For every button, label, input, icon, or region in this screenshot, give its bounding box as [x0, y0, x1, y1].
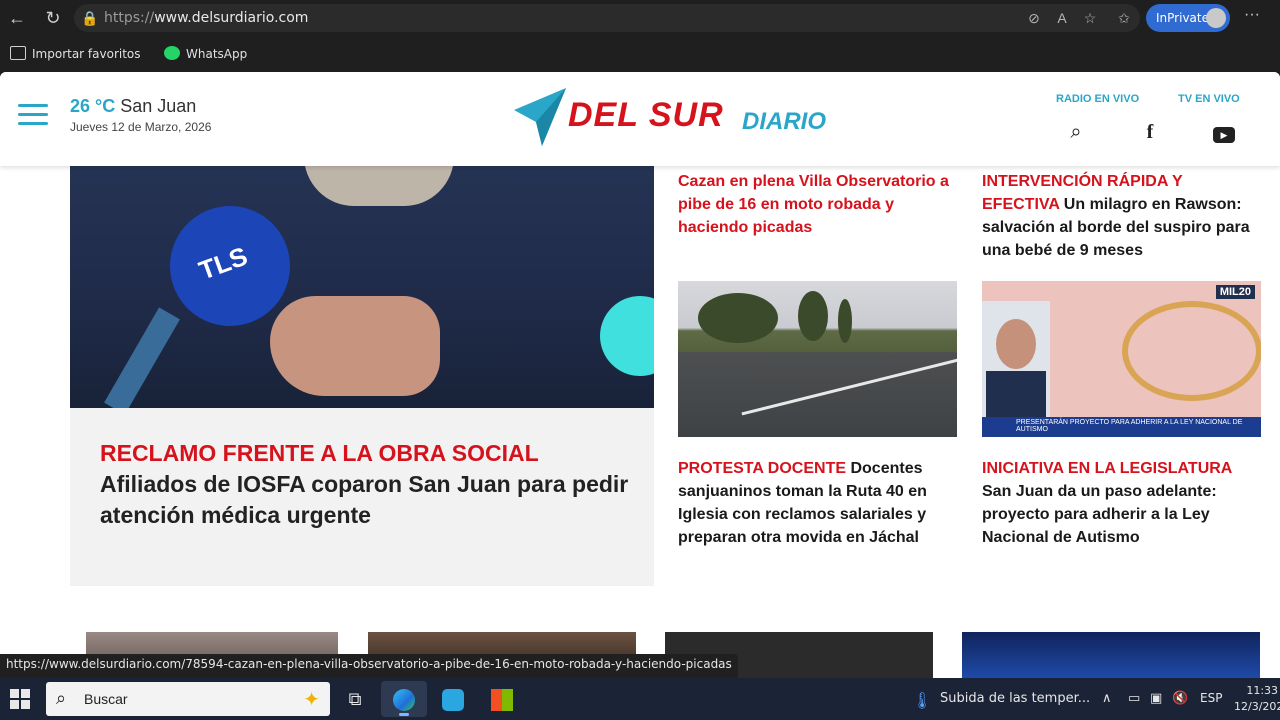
tv-suit [986, 371, 1046, 417]
site-header: 26 °C San Juan Jueves 12 de Marzo, 2026 … [0, 72, 1280, 166]
current-date: Jueves 12 de Marzo, 2026 [70, 120, 212, 134]
hero-face [304, 166, 454, 206]
tracking-prevention-icon[interactable]: ⊘ [1024, 9, 1044, 27]
browser-toolbar: ← ↻ 🔒 https://www.delsurdiario.com ⊘ A ☆… [0, 0, 1280, 72]
clock-date: 12/3/2026 [1234, 700, 1280, 713]
system-clock[interactable]: 11:33 12/3/2026 [1234, 683, 1280, 715]
network-icon[interactable]: ▣ [1150, 691, 1162, 706]
favorites-bar: Importar favoritos WhatsApp [0, 40, 1280, 68]
favorite-star-icon[interactable]: ☆ [1080, 9, 1100, 27]
status-url-tooltip: https://www.delsurdiario.com/78594-cazan… [0, 654, 738, 678]
logo-arrow-icon [514, 88, 566, 146]
article-rawson-milagro[interactable]: INTERVENCIÓN RÁPIDA Y EFECTIVA Un milagr… [982, 170, 1264, 262]
temperature: 26 °C [70, 96, 116, 116]
read-aloud-icon[interactable]: A [1052, 9, 1072, 27]
tv-channel-logo: MIL20 [1215, 285, 1255, 299]
hamburger-menu-icon[interactable] [18, 104, 48, 128]
tray-app-icon[interactable]: ▭ [1128, 691, 1140, 706]
favorites-list-icon[interactable]: ✩ [1114, 9, 1134, 27]
copilot-sparkle-icon: ✦ [303, 689, 320, 711]
article-headline: INTERVENCIÓN RÁPIDA Y EFECTIVA Un milagr… [982, 170, 1264, 262]
article-protesta-docente[interactable]: PROTESTA DOCENTE Docentes sanjuaninos to… [678, 457, 948, 549]
logo-main-text: DEL SUR [568, 96, 724, 134]
profile-avatar [1206, 8, 1226, 28]
tv-banner: PRESENTARÁN PROYECTO PARA ADHERIR A LA L… [982, 417, 1261, 437]
mic-cyan-shape [600, 296, 654, 376]
tree-shape [798, 291, 828, 341]
address-bar[interactable]: 🔒 https://www.delsurdiario.com ⊘ A ☆ ✩ [74, 4, 1140, 32]
mirror-shape [1122, 301, 1261, 401]
clock-time: 11:33 [1246, 684, 1279, 697]
protesta-thumbnail[interactable] [678, 281, 957, 437]
article-headline: PROTESTA DOCENTE Docentes sanjuaninos to… [678, 457, 948, 549]
weather-text[interactable]: Subida de las temper... [940, 691, 1090, 706]
hero-article-box[interactable]: RECLAMO FRENTE A LA OBRA SOCIAL Afiliado… [70, 408, 654, 586]
tree-shape [838, 299, 852, 343]
site-logo[interactable]: DEL SUR DIARIO [512, 86, 832, 150]
youtube-icon[interactable]: ▶ [1212, 120, 1236, 144]
back-icon[interactable]: ← [4, 6, 30, 30]
article-villa-observatorio[interactable]: Cazan en plena Villa Observatorio a pibe… [678, 170, 958, 239]
more-menu-icon[interactable]: ··· [1240, 6, 1264, 24]
article-title: Cazan en plena Villa Observatorio a pibe… [678, 173, 949, 236]
article-headline: Cazan en plena Villa Observatorio a pibe… [678, 170, 958, 239]
hero-kicker: RECLAMO FRENTE A LA OBRA SOCIAL [100, 440, 539, 466]
tray-chevron-icon[interactable]: ∧ [1102, 691, 1112, 706]
logo-sub-text: DIARIO [742, 108, 826, 135]
search-icon[interactable]: ⌕ [1064, 120, 1088, 144]
article-kicker: PROTESTA DOCENTE [678, 460, 847, 477]
radio-en-vivo-link[interactable]: RADIO EN VIVO [1056, 93, 1139, 105]
taskbar-search-label: Buscar [84, 691, 128, 707]
iniciativa-thumbnail[interactable]: MIL20 PRESENTARÁN PROYECTO PARA ADHERIR … [982, 281, 1261, 437]
article-title: San Juan da un paso adelante: proyecto p… [982, 483, 1217, 546]
road-line [741, 349, 957, 416]
app-icon-blue[interactable] [430, 681, 476, 717]
inprivate-button[interactable]: InPrivate [1146, 4, 1230, 32]
tv-face [996, 319, 1036, 369]
city-name: San Juan [120, 96, 197, 116]
facebook-icon[interactable]: f [1138, 120, 1162, 144]
tv-en-vivo-link[interactable]: TV EN VIVO [1178, 93, 1240, 105]
hero-image[interactable]: TLS [70, 166, 654, 408]
weather-widget: 26 °C San Juan [70, 96, 196, 117]
speaker-muted-icon[interactable]: 🔇 [1172, 691, 1188, 706]
edge-app-icon[interactable] [381, 681, 427, 717]
web-page: TLS RECLAMO FRENTE A LA OBRA SOCIAL Afil… [0, 72, 1280, 678]
search-icon: ⌕ [56, 688, 67, 708]
whatsapp-icon [164, 46, 180, 60]
url-text[interactable]: https://www.delsurdiario.com [104, 10, 308, 26]
article-iniciativa-legislatura[interactable]: INICIATIVA EN LA LEGISLATURA San Juan da… [982, 457, 1244, 549]
fav-import-favorites[interactable]: Importar favoritos [10, 46, 141, 61]
task-view-icon[interactable]: ⧉ [332, 681, 378, 717]
taskbar-search[interactable]: ⌕ Buscar ✦ [46, 682, 330, 716]
taskbar: ⌕ Buscar ✦ ⧉ 🌡 Subida de las temper... ∧… [0, 678, 1280, 720]
bottom-thumbnail-4[interactable] [962, 632, 1260, 678]
lock-icon[interactable]: 🔒 [80, 9, 100, 27]
hero-title: Afiliados de IOSFA coparon San Juan para… [100, 471, 629, 528]
thermometer-icon[interactable]: 🌡 [912, 691, 932, 710]
folder-icon [10, 46, 26, 60]
article-kicker: INICIATIVA EN LA LEGISLATURA [982, 460, 1232, 477]
refresh-icon[interactable]: ↻ [40, 6, 66, 30]
windows-start-icon[interactable] [10, 689, 30, 709]
hero-headline[interactable]: RECLAMO FRENTE A LA OBRA SOCIAL Afiliado… [100, 438, 630, 531]
hand-shape [270, 296, 440, 396]
store-app-icon[interactable] [479, 681, 525, 717]
article-headline: INICIATIVA EN LA LEGISLATURA San Juan da… [982, 457, 1244, 549]
fav-whatsapp[interactable]: WhatsApp [164, 46, 247, 61]
language-indicator[interactable]: ESP [1200, 691, 1222, 705]
tree-shape [698, 293, 778, 343]
mic-handle [104, 307, 180, 408]
tv-left-panel [982, 301, 1050, 417]
